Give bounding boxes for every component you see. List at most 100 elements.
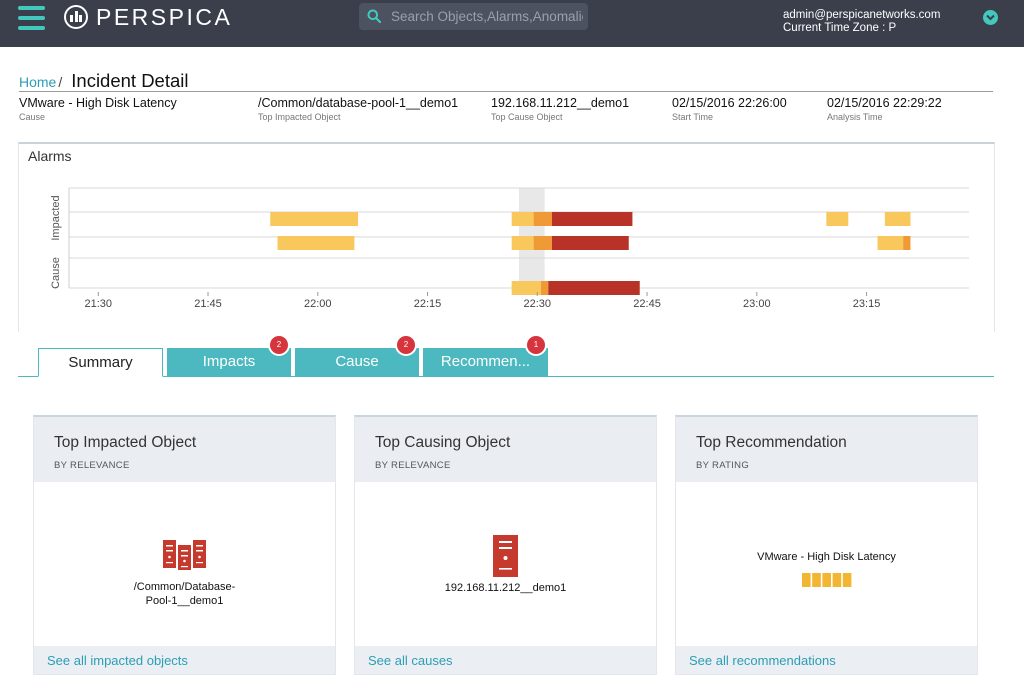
object-name[interactable]: 192.168.11.212__demo1 bbox=[355, 581, 656, 595]
rating-segment bbox=[832, 573, 842, 587]
x-tick-label: 22:00 bbox=[304, 298, 332, 310]
search-icon bbox=[367, 9, 381, 23]
recommendation-text: VMware - High Disk Latency bbox=[757, 551, 896, 563]
alarm-bar-high bbox=[551, 236, 629, 250]
recommendation-name[interactable]: VMware - High Disk Latency bbox=[676, 550, 977, 564]
meta-top-impacted-object: /Common/database-pool-1__demo1 Top Impac… bbox=[258, 96, 458, 122]
server-pool-icon[interactable] bbox=[163, 540, 207, 570]
card-footer: See all causes bbox=[355, 646, 656, 674]
user-email: admin@perspicanetworks.com bbox=[783, 9, 941, 21]
tab-cause[interactable]: Cause 2 bbox=[295, 334, 419, 376]
meta-label: Top Impacted Object bbox=[258, 112, 341, 122]
y-label-impacted: Impacted bbox=[50, 195, 62, 240]
x-tick-label: 21:30 bbox=[85, 298, 113, 310]
perspica-logo[interactable]: PERSPICA bbox=[64, 4, 232, 30]
top-bar: PERSPICA admin@perspicanetworks.com Curr… bbox=[0, 0, 1024, 47]
card-header: Top Impacted Object BY RELEVANCE bbox=[34, 417, 335, 482]
meta-value: /Common/database-pool-1__demo1 bbox=[258, 96, 459, 110]
user-info[interactable]: admin@perspicanetworks.com Current Time … bbox=[783, 9, 940, 35]
tab-label: Impacts bbox=[202, 353, 256, 370]
alarm-bar-medium bbox=[533, 236, 552, 250]
alarm-bar-low bbox=[511, 281, 541, 295]
object-name[interactable]: /Common/Database- Pool-1__demo1 bbox=[34, 580, 335, 608]
meta-label: Top Cause Object bbox=[491, 112, 563, 122]
meta-label: Start Time bbox=[672, 112, 714, 122]
breadcrumb-separator: / bbox=[58, 74, 63, 90]
alarm-bar-medium bbox=[903, 236, 911, 250]
card-header: Top Recommendation BY RATING bbox=[676, 417, 977, 482]
alarm-bar-low bbox=[270, 212, 359, 226]
card-footer: See all impacted objects bbox=[34, 646, 335, 674]
x-tick-label: 22:30 bbox=[524, 298, 552, 310]
count-badge: 1 bbox=[525, 334, 547, 356]
alarms-title: Alarms bbox=[28, 148, 72, 164]
alarm-bar-low bbox=[277, 236, 355, 250]
card-subtitle: BY RATING bbox=[696, 460, 750, 471]
see-all-causes-link[interactable]: See all causes bbox=[368, 653, 453, 668]
rating-segment bbox=[812, 573, 821, 587]
breadcrumb: Home / Incident Detail bbox=[19, 70, 189, 92]
meta-analysis-time: 02/15/2016 22:29:22 Analysis Time bbox=[827, 96, 942, 122]
search-input[interactable] bbox=[391, 3, 583, 30]
top-recommendation-card: Top Recommendation BY RATING VMware - Hi… bbox=[675, 415, 978, 675]
rating-bar-icon bbox=[802, 573, 852, 587]
meta-value: VMware - High Disk Latency bbox=[19, 96, 177, 110]
timezone-label: Current Time Zone : P bbox=[783, 22, 897, 34]
tab-recommendations[interactable]: Recommen... 1 bbox=[423, 334, 548, 376]
card-body: VMware - High Disk Latency bbox=[676, 482, 977, 648]
meta-value: 02/15/2016 22:29:22 bbox=[827, 96, 942, 110]
card-subtitle: BY RELEVANCE bbox=[375, 460, 451, 471]
see-all-recommendations-link[interactable]: See all recommendations bbox=[689, 653, 836, 668]
card-body: 192.168.11.212__demo1 bbox=[355, 482, 656, 648]
x-tick-label: 23:15 bbox=[853, 298, 881, 310]
meta-label: Analysis Time bbox=[827, 112, 883, 122]
alarms-panel: Alarms Impacted Cause 21:30 21:45 22:00 22:15… bbox=[18, 142, 995, 332]
alarm-bar-high bbox=[551, 212, 633, 226]
card-footer: See all recommendations bbox=[676, 646, 977, 674]
top-impacted-object-card: Top Impacted Object BY RELEVANCE /Common… bbox=[33, 415, 336, 675]
rating-segment bbox=[822, 573, 831, 587]
alarm-bar-low bbox=[826, 212, 849, 226]
alarm-bar-medium bbox=[533, 212, 552, 226]
breadcrumb-home-link[interactable]: Home bbox=[19, 74, 56, 90]
tab-summary[interactable]: Summary bbox=[38, 348, 163, 377]
meta-cause: VMware - High Disk Latency Cause bbox=[19, 96, 177, 122]
rating-segment bbox=[802, 573, 811, 587]
x-tick-label: 22:15 bbox=[414, 298, 442, 310]
object-name-line-1: /Common/Database- bbox=[133, 581, 236, 593]
meta-value: 02/15/2016 22:26:00 bbox=[672, 96, 787, 110]
alarm-bar-low bbox=[884, 212, 911, 226]
meta-start-time: 02/15/2016 22:26:00 Start Time bbox=[672, 96, 787, 122]
chevron-down-icon[interactable] bbox=[983, 10, 998, 25]
card-title: Top Recommendation bbox=[696, 434, 847, 451]
tab-label: Recommen... bbox=[440, 353, 531, 370]
tab-impacts[interactable]: Impacts 2 bbox=[167, 334, 291, 376]
tabs-divider bbox=[18, 376, 994, 377]
rating-segment bbox=[842, 573, 852, 587]
see-all-impacted-objects-link[interactable]: See all impacted objects bbox=[47, 653, 188, 668]
x-tick-label: 21:45 bbox=[194, 298, 222, 310]
card-title: Top Impacted Object bbox=[54, 434, 197, 451]
page-title: Incident Detail bbox=[71, 70, 189, 91]
hamburger-menu-icon[interactable] bbox=[18, 6, 45, 30]
alarms-timeline-chart[interactable]: Impacted Cause 21:30 21:45 22:00 22:15 22:30 22… bbox=[19, 174, 994, 334]
meta-top-cause-object: 192.168.11.212__demo1 Top Cause Object bbox=[491, 96, 629, 122]
header-divider bbox=[19, 91, 993, 92]
card-subtitle: BY RELEVANCE bbox=[54, 460, 130, 471]
alarm-bar-low bbox=[511, 212, 534, 226]
count-badge: 2 bbox=[268, 334, 290, 356]
search-box[interactable] bbox=[359, 3, 588, 30]
object-name-line-2: Pool-1__demo1 bbox=[145, 595, 224, 607]
object-name-line-1: 192.168.11.212__demo1 bbox=[444, 582, 567, 594]
tab-label: Cause bbox=[335, 353, 379, 370]
logo-text: PERSPICA bbox=[96, 3, 233, 30]
alarm-bar-high bbox=[548, 281, 640, 295]
x-tick-label: 22:45 bbox=[633, 298, 661, 310]
tab-label: Summary bbox=[68, 354, 133, 371]
card-header: Top Causing Object BY RELEVANCE bbox=[355, 417, 656, 482]
count-badge: 2 bbox=[395, 334, 417, 356]
logo-mark-icon bbox=[64, 5, 88, 29]
server-icon[interactable] bbox=[493, 535, 518, 577]
card-body: /Common/Database- Pool-1__demo1 bbox=[34, 482, 335, 648]
y-label-cause: Cause bbox=[50, 257, 62, 289]
